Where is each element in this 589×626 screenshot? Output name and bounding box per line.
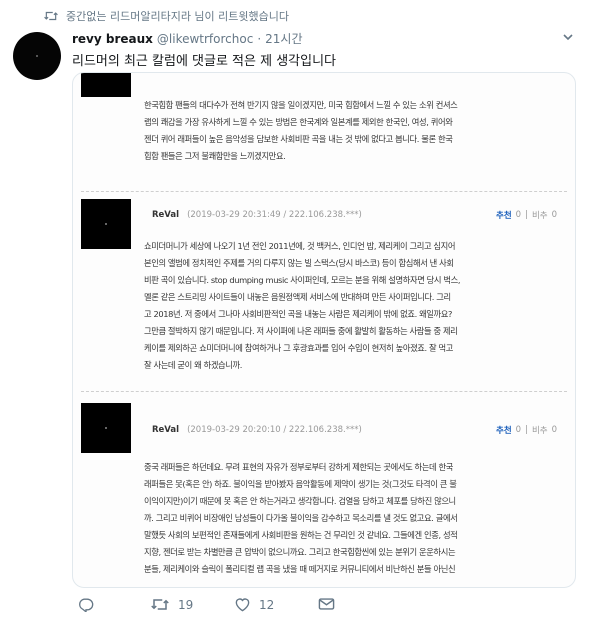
comment-line: 젠더 퀴어 래퍼들이 높은 음악성을 담보한 사회비판 곡을 내는 것 밖에 없… [144,134,453,144]
comment-author: ReVal [152,425,180,435]
comment-author: ReVal [152,210,180,220]
comment-line: 케이를 제외하곤 쇼미더머니에 참여하거나 그 후광효과를 입어 수입이 현저히… [144,343,453,353]
comment-divider [81,191,567,192]
comment-line: 한국힙합 팬들의 대다수가 전혀 반기지 않을 일이겠지만, 미국 힙합에서 느… [144,100,458,110]
comment-line: 본인의 앨범에 정치적인 주제를 거의 다루지 않는 빌 스택스(당시 바스코)… [144,258,454,268]
comment-line: 그만큼 절박하지 않기 때문입니다. 저 사이퍼에 나온 래퍼들 중에 활발히 … [144,326,458,336]
comment-line: 지향, 젠더로 받는 차별만큼 큰 압박이 없으니까요. 그리고 한국힙합씬에 … [144,547,456,557]
comment-body: 중국 래퍼들은 하던데요. 무려 표현의 자유가 정부로부터 강하게 제한되는 … [144,459,564,578]
comment-line: 비판 곡이 있습니다. stop dumping music 사이퍼인데, 모르… [144,275,461,285]
recommend-count: 0 [515,425,522,435]
comment-line: 말했듯 사회의 보편적인 존재들에게 사회비판을 원하는 건 무리인 것 같네요… [144,530,458,540]
comment-line: 래퍼들은 못(혹은 안) 하죠. 불이익을 받아봤자 음악활동에 제약이 생기는… [144,479,457,489]
retweet-icon [44,11,58,21]
recommend-count: 0 [515,210,522,220]
tweet-text: 리드머의 최근 칼럼에 댓글로 적은 제 생각입니다 [72,54,336,69]
comment-avatar [81,199,131,249]
chevron-down-icon[interactable] [561,30,575,44]
tweet-timestamp[interactable]: 21시간 [265,30,302,47]
retweet-notice-text[interactable]: 중간없는 리드머알리타지라 님이 리트윗했습니다 [66,8,289,24]
display-name[interactable]: revy breaux [72,32,153,46]
comment-avatar [81,403,131,453]
retweet-button[interactable]: 19 [150,597,193,612]
oppose-count: 0 [551,210,557,220]
comment-avatar [81,73,131,97]
comment-line: 까. 그리고 비퀴어 비장애인 남성들이 다가올 불이익을 감수하고 목소리를 … [144,513,458,523]
avatar[interactable] [13,32,61,80]
recommend-button: 추천 [496,211,512,221]
comment-line: 잘 사는데 굳이 왜 하겠습니까. [144,360,242,370]
heart-icon [235,598,250,612]
direct-message-button[interactable] [318,597,335,611]
oppose-count: 0 [551,425,557,435]
comment-body: 한국힙합 팬들의 대다수가 전혀 반기지 않을 일이겠지만, 미국 힙합에서 느… [144,97,564,165]
reply-icon [79,598,94,612]
comment-line: 쇼미더머니가 세상에 나오기 1년 전인 2011년에, 것 백커스, 인디언 … [144,241,456,251]
comment-body: 쇼미더머니가 세상에 나오기 1년 전인 2011년에, 것 백커스, 인디언 … [144,238,564,374]
header-separator: · [257,32,262,46]
oppose-button: 비추 [531,211,548,221]
retweet-count: 19 [178,597,194,612]
like-count: 12 [259,597,275,612]
oppose-button: 비추 [531,426,548,436]
envelope-icon [318,598,335,610]
tweet-actions: 19 12 [72,597,402,617]
retweet-notice: 중간없는 리드머알리타지라 님이 리트윗했습니다 [44,8,289,24]
comment-meta: ReVal (2019-03-29 20:20:10 / 222.106.238… [152,424,557,436]
comment-line: 랩의 쾌감을 가장 유사하게 느낄 수 있는 방법은 한국계와 일본계를 제외한… [144,117,453,127]
tweet-header: revy breaux @likewtrforchoc · 21시간 [72,30,303,47]
comment-date: (2019-03-29 20:20:10 / 222.106.238.***) [187,425,362,435]
tweet-image[interactable]: 한국힙합 팬들의 대다수가 전혀 반기지 않을 일이겠지만, 미국 힙합에서 느… [72,72,576,588]
comment-line: 분들, 제리케이와 슬릭이 폴리티컬 랩 곡을 냈을 때 떼거지로 커뮤니티에서… [144,564,456,574]
recommend-button: 추천 [496,426,512,436]
meta-pipe: | [525,210,528,220]
comment-divider [81,391,567,392]
comment-line: 이익이지만)이기 때문에 못 혹은 안 하는거라고 생각합니다. 검열을 당하고… [144,496,456,506]
comment-line: 멜론 같은 스트리밍 사이트들이 내놓은 음원정액제 서비스에 반대하며 만든 … [144,292,451,302]
retweet-icon [151,599,169,610]
comment-meta: ReVal (2019-03-29 20:31:49 / 222.106.238… [152,209,557,221]
comment-line: 고 2018년. 저 중에서 그나마 사회비판적인 곡을 내놓는 사람은 제리케… [144,309,453,319]
reply-button[interactable] [78,597,94,612]
user-handle[interactable]: @likewtrforchoc [157,32,253,46]
comment-line: 힙합 팬들은 그저 불쾌함만을 느끼겠지만요. [144,151,286,161]
like-button[interactable]: 12 [234,597,274,612]
comment-line: 중국 래퍼들은 하던데요. 무려 표현의 자유가 정부로부터 강하게 제한되는 … [144,462,453,472]
meta-pipe: | [525,425,528,435]
comment-date: (2019-03-29 20:31:49 / 222.106.238.***) [187,210,362,220]
